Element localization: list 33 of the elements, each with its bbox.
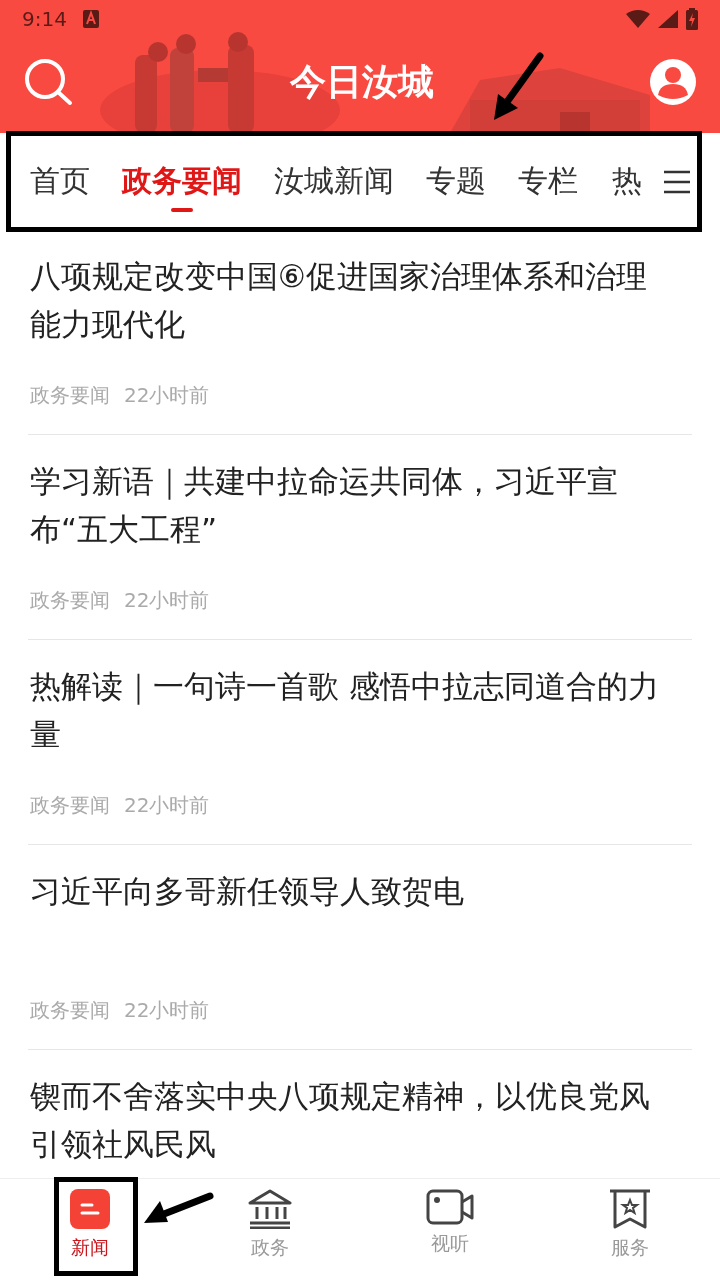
article-title[interactable]: 热解读｜一句诗一首歌 感悟中拉志同道合的力量: [30, 662, 670, 774]
article-category: 政务要闻: [30, 997, 110, 1024]
article-category: 政务要闻: [30, 587, 110, 614]
signal-icon: [658, 10, 678, 28]
menu-icon[interactable]: [664, 169, 690, 194]
category-tab[interactable]: 政务要闻: [122, 149, 242, 214]
news-icon: [70, 1189, 110, 1229]
article-title[interactable]: 学习新语｜共建中拉命运共同体，习近平宣布“五大工程”: [30, 457, 670, 569]
category-tab[interactable]: 汝城新闻: [274, 149, 394, 214]
article-time: 22小时前: [124, 792, 210, 819]
app-title: 今日汝城: [290, 59, 434, 104]
article-title[interactable]: 锲而不舍落实中央八项规定精神，以优良党风引领社风民风: [30, 1072, 670, 1178]
notification-icon: [82, 10, 99, 28]
video-camera-icon: [426, 1189, 474, 1225]
article-category: 政务要闻: [30, 792, 110, 819]
category-tab[interactable]: 热: [610, 149, 644, 214]
bookmark-star-icon: [609, 1189, 651, 1229]
wifi-icon: [626, 10, 650, 28]
building-icon: [247, 1189, 293, 1229]
status-time: 9:14: [22, 6, 67, 33]
category-tab[interactable]: 专栏: [518, 149, 578, 214]
search-icon[interactable]: [24, 57, 74, 106]
nav-tab[interactable]: 新闻: [0, 1179, 180, 1280]
article-time: 22小时前: [124, 997, 210, 1024]
article-title[interactable]: 习近平向多哥新任领导人致贺电: [30, 867, 670, 979]
article-time: 22小时前: [124, 382, 210, 409]
article-category: 政务要闻: [30, 382, 110, 409]
article-time: 22小时前: [124, 587, 210, 614]
category-tab[interactable]: 专题: [426, 149, 486, 214]
category-tab[interactable]: 首页: [30, 149, 90, 214]
battery-icon: [686, 8, 698, 30]
user-icon[interactable]: [650, 58, 696, 105]
article-title[interactable]: 八项规定改变中国⑥促进国家治理体系和治理能力现代化: [30, 252, 670, 364]
